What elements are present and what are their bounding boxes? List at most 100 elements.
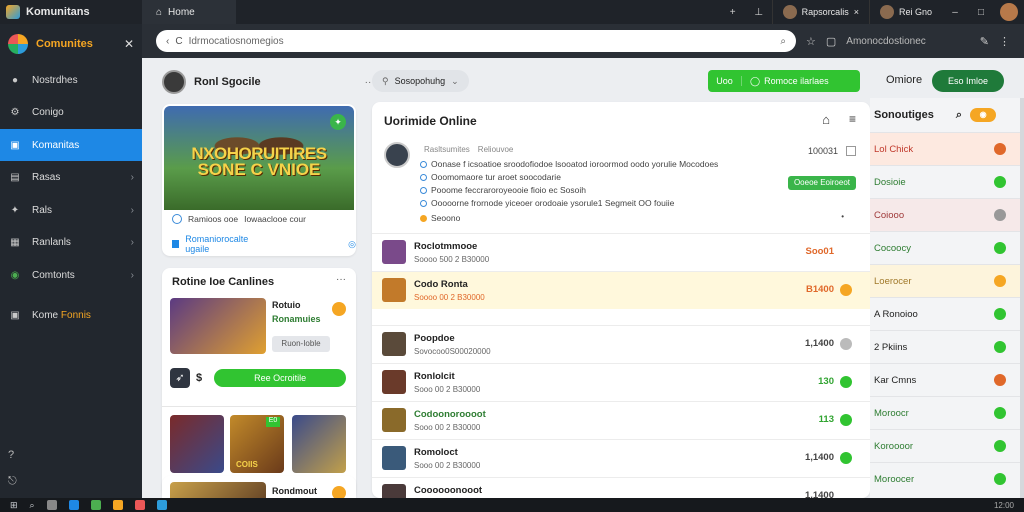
maximize-icon[interactable]: □ [968, 7, 994, 18]
start-icon[interactable]: ⊞ [10, 500, 18, 511]
right-item[interactable]: Loerocer [870, 264, 1024, 297]
sidebar-item-home[interactable]: ▣ Kome Fonnis [0, 299, 142, 331]
app-icon-2[interactable] [90, 500, 101, 510]
featured-link[interactable]: Romaniorocalte ugaile ◎ [172, 234, 356, 254]
reload-icon[interactable]: C [175, 36, 182, 47]
right-item[interactable]: Dosioie [870, 165, 1024, 198]
sidebar-item-0[interactable]: ● Nostrdhes [0, 64, 142, 96]
help-icon[interactable]: ? [8, 449, 17, 461]
user-tab-2-label: Rei Gno [898, 7, 932, 17]
sidebar-item-label: Komanitas [32, 139, 80, 151]
banner-title-line2: SONE C VNIOE [197, 160, 321, 179]
thumb-caption: COIIS [236, 460, 258, 469]
post-tag[interactable]: Ooeoe Eoiroeot [787, 176, 856, 190]
table-row[interactable]: Codo Ronta Soooo 00 2 B30000 B1400 [372, 271, 870, 309]
sidebar-item-6[interactable]: ◉ Comtonts › [0, 259, 142, 291]
close-icon[interactable]: × [854, 7, 859, 17]
edit-icon[interactable]: ✎ [980, 35, 989, 48]
green-right-button[interactable]: ◯ Romoce ilarlaes [742, 76, 860, 87]
right-item[interactable]: Moroocr [870, 396, 1024, 429]
game-thumb-3[interactable] [292, 415, 346, 473]
featured-game-card[interactable]: ✦ NXOHORUITIRES SONE C VNIOE Ramioos ooe… [162, 104, 356, 256]
more-icon[interactable]: ·· [365, 77, 372, 88]
table-row[interactable]: Coooooonooot 1,1400 [372, 477, 870, 498]
table-row[interactable]: Roclotmmooe Soooo 500 2 B30000 Soo01 [372, 233, 870, 271]
new-badge-icon: ✦ [330, 114, 346, 130]
table-row[interactable]: Ronlolcit Sooo 00 2 B30000 130 [372, 363, 870, 401]
more-icon[interactable]: ··· [336, 274, 346, 285]
add-icon[interactable]: + [720, 7, 746, 18]
back-icon[interactable]: ‹ [166, 36, 169, 47]
taskbar: ⊞ ⌕ 12:00 [0, 498, 1024, 512]
right-item[interactable]: Koroooor [870, 429, 1024, 462]
menu-icon[interactable]: ≡ [849, 112, 856, 126]
right-item[interactable]: Moroocer [870, 462, 1024, 495]
run-icon[interactable]: ➶ [170, 368, 190, 388]
play-button[interactable]: Ree Ocroitile [214, 369, 347, 387]
user-tab-1[interactable]: Rapsorcalis × [771, 0, 869, 24]
right-item[interactable]: Lol Chick [870, 132, 1024, 165]
bookmark-star-icon[interactable]: ☆ [806, 35, 816, 48]
featured-post[interactable]: Rasltsumites Reliouvoe Oonase f icsoatioe… [384, 142, 858, 228]
right-item[interactable]: A Ronoioo [870, 297, 1024, 330]
sidebar-item-5[interactable]: ▦ Ranlanls › [0, 227, 142, 259]
sidebar-item-2[interactable]: ▣ Komanitas [0, 129, 142, 161]
table-row[interactable]: Romoloct Sooo 00 2 B30000 1,1400 [372, 439, 870, 477]
sidebar-item-4[interactable]: ✦ Rals › [0, 194, 142, 226]
post-line-text: Pooome feccraroroyeooie fioio ec Sosoih [431, 185, 586, 195]
sidebar-item-prefix: Kome [32, 309, 59, 321]
comment-icon: ▣ [10, 139, 20, 151]
play-row: ➶ $ Ree Ocroitile [170, 368, 347, 388]
dark-green-button[interactable]: Eso Imloe [932, 70, 1004, 92]
game-thumbnail[interactable] [170, 298, 266, 354]
sidebar-item-label: Ranlanls [32, 237, 71, 248]
address-bar[interactable]: ‹ C Idrmocatiosnomegios ⌕ [156, 30, 796, 52]
url-text[interactable]: Idrmocatiosnomegios [189, 36, 775, 47]
row-name: Ronlolcit [414, 371, 455, 382]
avatar[interactable] [162, 70, 186, 94]
filter-dropdown[interactable]: ⚲ Sosopohuhg ⌄ [372, 70, 469, 92]
settings-icon[interactable]: ⋮ [999, 35, 1010, 48]
sidebar-item-1[interactable]: ⚙ Conigo [0, 97, 142, 129]
pin-icon[interactable]: ⊥ [746, 7, 772, 18]
logout-icon[interactable]: ⎋ [8, 475, 17, 488]
app-icon-1[interactable] [68, 500, 79, 510]
search-icon[interactable]: ⌕ [956, 109, 962, 122]
sidebar-item-3[interactable]: ▤ Rasas › [0, 162, 142, 194]
table-row[interactable]: Poopdoe Sovocoo0S00020000 1,1400 [372, 325, 870, 363]
right-item[interactable]: Kar Cmns [870, 363, 1024, 396]
app-icon-4[interactable] [134, 500, 145, 510]
right-item[interactable]: 2 Pkiins [870, 330, 1024, 363]
share-icon[interactable]: ◎ [348, 239, 356, 250]
user-tab-2[interactable]: Rei Gno [868, 0, 942, 24]
table-row[interactable]: Codoonoroooot Sooo 00 2 B30000 113 [372, 401, 870, 439]
featured-game-banner[interactable]: ✦ NXOHORUITIRES SONE C VNIOE [164, 106, 354, 210]
extension-icon[interactable]: ▢ [826, 35, 836, 48]
scrollbar[interactable] [1020, 98, 1024, 498]
app-icon-5[interactable] [156, 500, 167, 510]
minimize-icon[interactable]: – [942, 7, 968, 18]
app-icon-3[interactable] [112, 500, 123, 510]
search-icon[interactable]: ⌕ [30, 500, 35, 511]
address-bar-row: ‹ C Idrmocatiosnomegios ⌕ ☆ ▢ Amonocdost… [142, 24, 1024, 58]
right-item-label: 2 Pkiins [874, 341, 908, 353]
taskview-icon[interactable] [46, 500, 57, 510]
checkbox[interactable] [846, 146, 856, 156]
game-secondary-button[interactable]: Ruon-Ioble [272, 336, 330, 352]
toggle-pill[interactable]: ◉ [970, 108, 997, 122]
game-thumb-2[interactable]: E0 COIIS [230, 415, 284, 473]
search-icon[interactable]: ⌕ [780, 36, 786, 47]
right-item[interactable]: Coiooo [870, 198, 1024, 231]
right-item[interactable]: Cocoocy [870, 231, 1024, 264]
green-left-button[interactable]: Uoo [708, 76, 742, 86]
sidebar-title: Comunites [36, 38, 93, 50]
recent-game-name: Rondmout [272, 486, 317, 496]
tab-home[interactable]: ⌂ Home [142, 0, 236, 24]
home-icon[interactable]: ⌂ [822, 112, 830, 127]
status-dot [994, 341, 1006, 353]
game-thumb-1[interactable] [170, 415, 224, 473]
close-icon[interactable]: ✕ [124, 37, 134, 51]
post-line-3: Pooome feccraroroyeooie fioio ec Sosoih [420, 185, 586, 195]
account-avatar[interactable] [1000, 3, 1018, 21]
price-symbol: $ [196, 372, 203, 384]
